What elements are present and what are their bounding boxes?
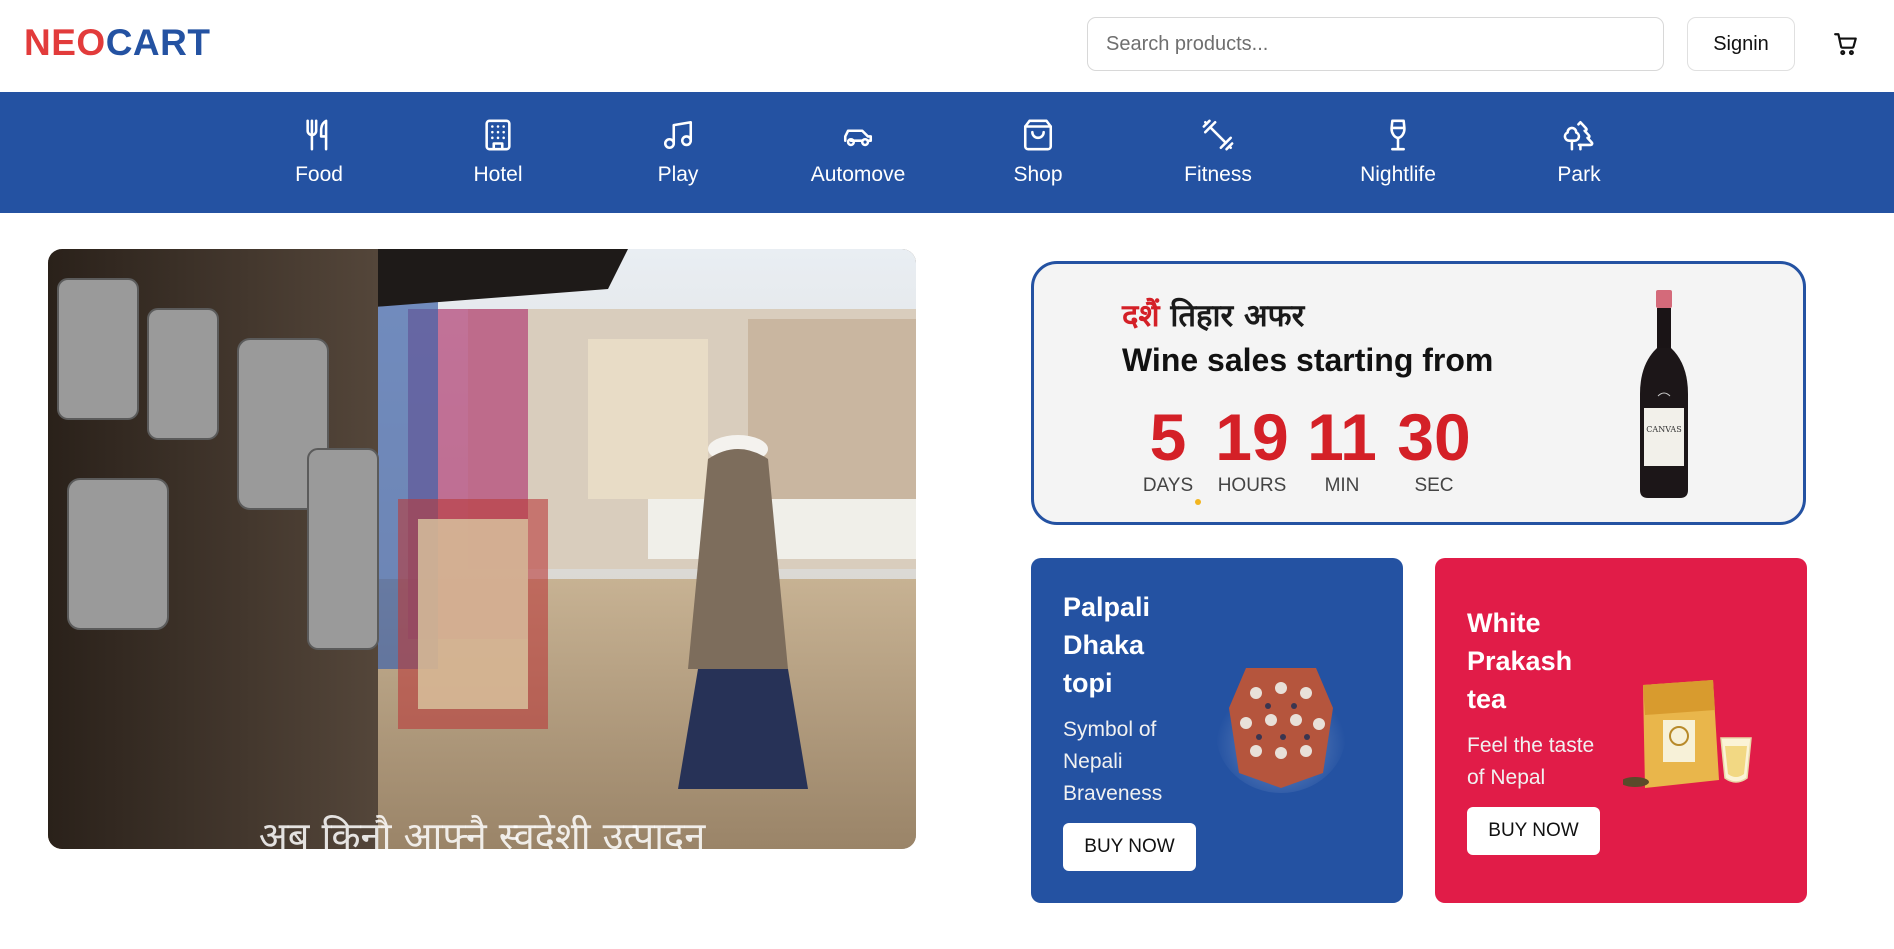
- countdown-min-value: 11: [1307, 400, 1377, 474]
- card-desc-line: Feel the taste: [1467, 734, 1595, 757]
- cart-icon[interactable]: [1830, 28, 1862, 60]
- promo-subtitle: Wine sales starting from: [1122, 342, 1494, 378]
- tea-pack-image: [1623, 680, 1752, 788]
- card-desc-line: Symbol of: [1063, 718, 1157, 741]
- nav-item-nightlife[interactable]: Nightlife: [1333, 92, 1463, 213]
- countdown-sec: 30 SEC: [1396, 404, 1472, 497]
- card-title-line: Dhaka: [1063, 630, 1145, 660]
- carousel-dot[interactable]: [1195, 499, 1201, 505]
- wine-bottle-image: CANVAS: [1640, 290, 1688, 498]
- dumbbell-icon: [1199, 116, 1237, 154]
- nav-item-fitness[interactable]: Fitness: [1153, 92, 1283, 213]
- card-title-line: Palpali: [1063, 592, 1151, 622]
- countdown-hours-unit: HOURS: [1217, 475, 1287, 496]
- countdown-min-unit: MIN: [1324, 475, 1360, 496]
- nav-label-hotel: Hotel: [473, 163, 523, 186]
- card-description: Feel the taste of Nepal: [1467, 730, 1594, 794]
- nav-item-shop[interactable]: Shop: [973, 92, 1103, 213]
- countdown-min: 11 MIN: [1304, 404, 1380, 497]
- countdown-promo-card[interactable]: दशैं तिहार अफर Wine sales starting from …: [1031, 261, 1806, 525]
- countdown-days: 5 DAYS: [1136, 404, 1200, 497]
- nav-label-food: Food: [295, 163, 343, 186]
- product-card-white-prakash-tea[interactable]: White Prakash tea Feel the taste of Nepa…: [1435, 558, 1807, 903]
- nav-label-automove: Automove: [810, 163, 906, 186]
- card-title: Palpali Dhaka topi: [1063, 588, 1150, 702]
- shopping-bag-icon: [1019, 116, 1057, 154]
- music-note-icon: [659, 116, 697, 154]
- nav-label-nightlife: Nightlife: [1360, 163, 1436, 186]
- nav-label-play: Play: [657, 163, 699, 186]
- nav-item-play[interactable]: Play: [613, 92, 743, 213]
- buy-now-button[interactable]: BUY NOW: [1467, 807, 1600, 855]
- countdown-days-unit: DAYS: [1142, 475, 1194, 496]
- car-icon: [839, 116, 877, 154]
- nav-label-fitness: Fitness: [1184, 163, 1252, 186]
- nav-item-food[interactable]: Food: [254, 92, 384, 213]
- buy-now-button[interactable]: BUY NOW: [1063, 823, 1196, 871]
- category-nav: Food Hotel Play Automove Shop Fitness Ni…: [0, 92, 1894, 213]
- logo-neo: NEO: [24, 22, 106, 63]
- card-title-line: tea: [1467, 684, 1507, 714]
- card-desc-line: Braveness: [1063, 782, 1163, 805]
- logo-cart: CART: [105, 22, 211, 63]
- card-title-line: topi: [1063, 668, 1113, 698]
- card-desc-line: of Nepal: [1467, 766, 1546, 789]
- countdown-sec-unit: SEC: [1414, 475, 1454, 496]
- header: NEOCART Signin: [0, 0, 1894, 92]
- promo-heading-highlight: दशैं: [1122, 298, 1160, 334]
- promo-heading: दशैं तिहार अफर: [1122, 294, 1304, 336]
- card-title: White Prakash tea: [1467, 604, 1572, 718]
- card-desc-line: Nepali: [1063, 750, 1123, 773]
- hotel-icon: [479, 116, 517, 154]
- countdown-hours-value: 19: [1215, 400, 1289, 474]
- card-description: Symbol of Nepali Braveness: [1063, 714, 1162, 810]
- hero-caption: अब किनौ आफ्नै स्वदेशी उत्पादन: [258, 814, 706, 849]
- promo-heading-rest: तिहार अफर: [1159, 298, 1305, 334]
- card-title-line: Prakash: [1467, 646, 1573, 676]
- nav-label-shop: Shop: [1013, 163, 1063, 186]
- logo[interactable]: NEOCART: [24, 22, 210, 64]
- countdown-days-value: 5: [1149, 400, 1187, 474]
- nav-item-park[interactable]: Park: [1514, 92, 1644, 213]
- nav-label-park: Park: [1557, 163, 1601, 186]
- dhaka-topi-image: [1216, 668, 1346, 793]
- nav-item-hotel[interactable]: Hotel: [433, 92, 563, 213]
- nav-item-automove[interactable]: Automove: [793, 92, 923, 213]
- countdown-hours: 19 HOURS: [1210, 404, 1294, 497]
- card-title-line: White: [1467, 608, 1541, 638]
- product-card-dhaka-topi[interactable]: Palpali Dhaka topi Symbol of Nepali Brav…: [1031, 558, 1403, 903]
- hero-banner[interactable]: अब किनौ आफ्नै स्वदेशी उत्पादन: [48, 249, 916, 849]
- fork-knife-icon: [300, 116, 338, 154]
- signin-button[interactable]: Signin: [1687, 17, 1795, 71]
- search-input[interactable]: [1087, 17, 1664, 71]
- countdown-sec-value: 30: [1397, 400, 1471, 474]
- bottle-label-text: CANVAS: [1646, 425, 1681, 434]
- hero-street-photo: [48, 249, 916, 849]
- trees-icon: [1560, 116, 1598, 154]
- wine-glass-icon: [1379, 116, 1417, 154]
